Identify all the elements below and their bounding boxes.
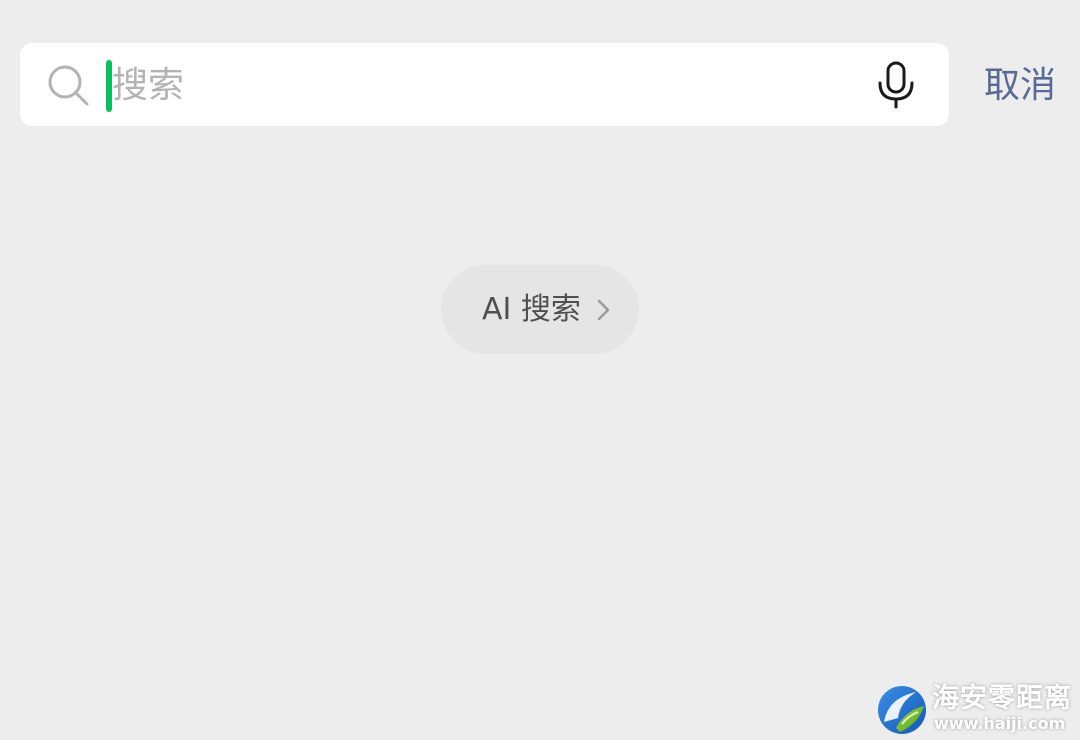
mic-icon[interactable] [874, 60, 918, 110]
search-input[interactable] [108, 56, 848, 114]
search-icon [48, 65, 89, 106]
ai-search-button[interactable]: AI 搜索 [441, 265, 639, 354]
text-cursor [106, 60, 112, 112]
watermark-logo-icon [878, 686, 926, 734]
cancel-button[interactable]: 取消 [976, 58, 1064, 114]
ai-search-label: AI 搜索 [482, 292, 581, 327]
watermark-url: www.haiji.com [934, 714, 1066, 733]
watermark: 海安零距离 www.haiji.com [876, 682, 1076, 736]
chevron-right-icon [597, 299, 610, 321]
watermark-name: 海安零距离 [932, 683, 1072, 714]
